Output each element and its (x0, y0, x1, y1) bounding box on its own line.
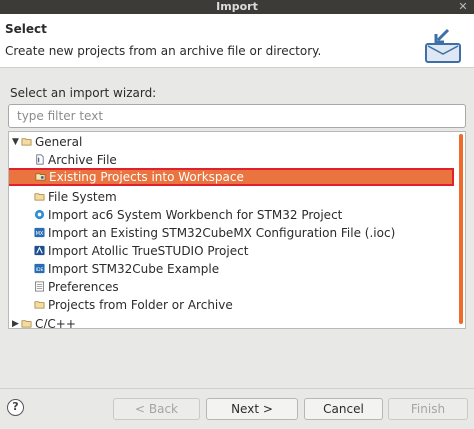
wizard-tree[interactable]: ▼ General Archive File Existing Projects… (8, 131, 466, 329)
cancel-button[interactable]: Cancel (304, 398, 383, 420)
tree-item-label: File System (48, 190, 117, 204)
tree-item-file-system[interactable]: File System (34, 188, 117, 206)
stm32cube-example-icon: IDE (34, 263, 45, 274)
svg-text:IDE: IDE (36, 267, 44, 273)
tree-scrollbar[interactable] (459, 134, 463, 324)
tree-item-atollic[interactable]: Import Atollic TrueSTUDIO Project (34, 242, 248, 260)
tree-item-label: Preferences (48, 280, 119, 294)
expand-arrow-icon[interactable]: ▶ (11, 315, 20, 328)
tree-item-cpp[interactable]: C/C++ (21, 315, 76, 329)
tree-item-cubemx[interactable]: MX Import an Existing STM32CubeMX Configu… (34, 224, 395, 242)
archive-file-icon (36, 154, 44, 165)
tree-item-existing-projects[interactable]: Existing Projects into Workspace (9, 168, 454, 186)
folder-icon (21, 320, 32, 328)
wizard-label: Select an import wizard: (10, 86, 157, 100)
close-icon[interactable]: ✕ (456, 0, 470, 14)
filter-input[interactable] (8, 104, 466, 128)
tree-item-preferences[interactable]: Preferences (34, 278, 119, 296)
wizard-header: Select Create new projects from an archi… (0, 14, 474, 68)
tree-item-label: Projects from Folder or Archive (48, 298, 233, 312)
finish-button[interactable]: Finish (388, 398, 468, 420)
tree-item-label: Import ac6 System Workbench for STM32 Pr… (48, 208, 343, 222)
tree-item-label: C/C++ (35, 317, 76, 329)
tree-item-label: General (35, 135, 83, 149)
back-button[interactable]: < Back (113, 398, 200, 420)
folder-icon (34, 193, 45, 201)
page-title: Select (5, 22, 47, 36)
preferences-icon (35, 281, 44, 292)
window-title: Import (216, 0, 258, 13)
folder-icon (34, 301, 45, 309)
tree-item-archive-file[interactable]: Archive File (34, 151, 117, 169)
tree-item-general[interactable]: General (21, 133, 82, 151)
cubemx-icon: MX (34, 227, 45, 238)
tree-item-label: Import Atollic TrueSTUDIO Project (48, 244, 249, 258)
import-banner-icon (425, 28, 461, 63)
ac6-icon (34, 209, 45, 220)
svg-text:MX: MX (36, 231, 44, 237)
page-description: Create new projects from an archive file… (5, 44, 322, 58)
expand-arrow-icon[interactable]: ▼ (11, 133, 20, 151)
tree-item-label: Import an Existing STM32CubeMX Configura… (48, 226, 396, 240)
footer-divider (0, 388, 474, 389)
projects-folder-icon (35, 173, 46, 181)
tree-item-ac6[interactable]: Import ac6 System Workbench for STM32 Pr… (34, 206, 342, 224)
folder-open-icon (21, 138, 32, 146)
tree-item-label: Existing Projects into Workspace (49, 170, 244, 184)
next-button[interactable]: Next > (206, 398, 298, 420)
window-titlebar: Import ✕ (0, 0, 474, 14)
tree-item-stm32cube-example[interactable]: IDE Import STM32Cube Example (34, 260, 219, 278)
tree-item-label: Archive File (48, 153, 117, 167)
atollic-icon (34, 245, 45, 256)
help-icon[interactable]: ? (7, 399, 24, 416)
tree-item-label: Import STM32Cube Example (48, 262, 220, 276)
tree-item-projects-from-folder[interactable]: Projects from Folder or Archive (34, 296, 233, 314)
